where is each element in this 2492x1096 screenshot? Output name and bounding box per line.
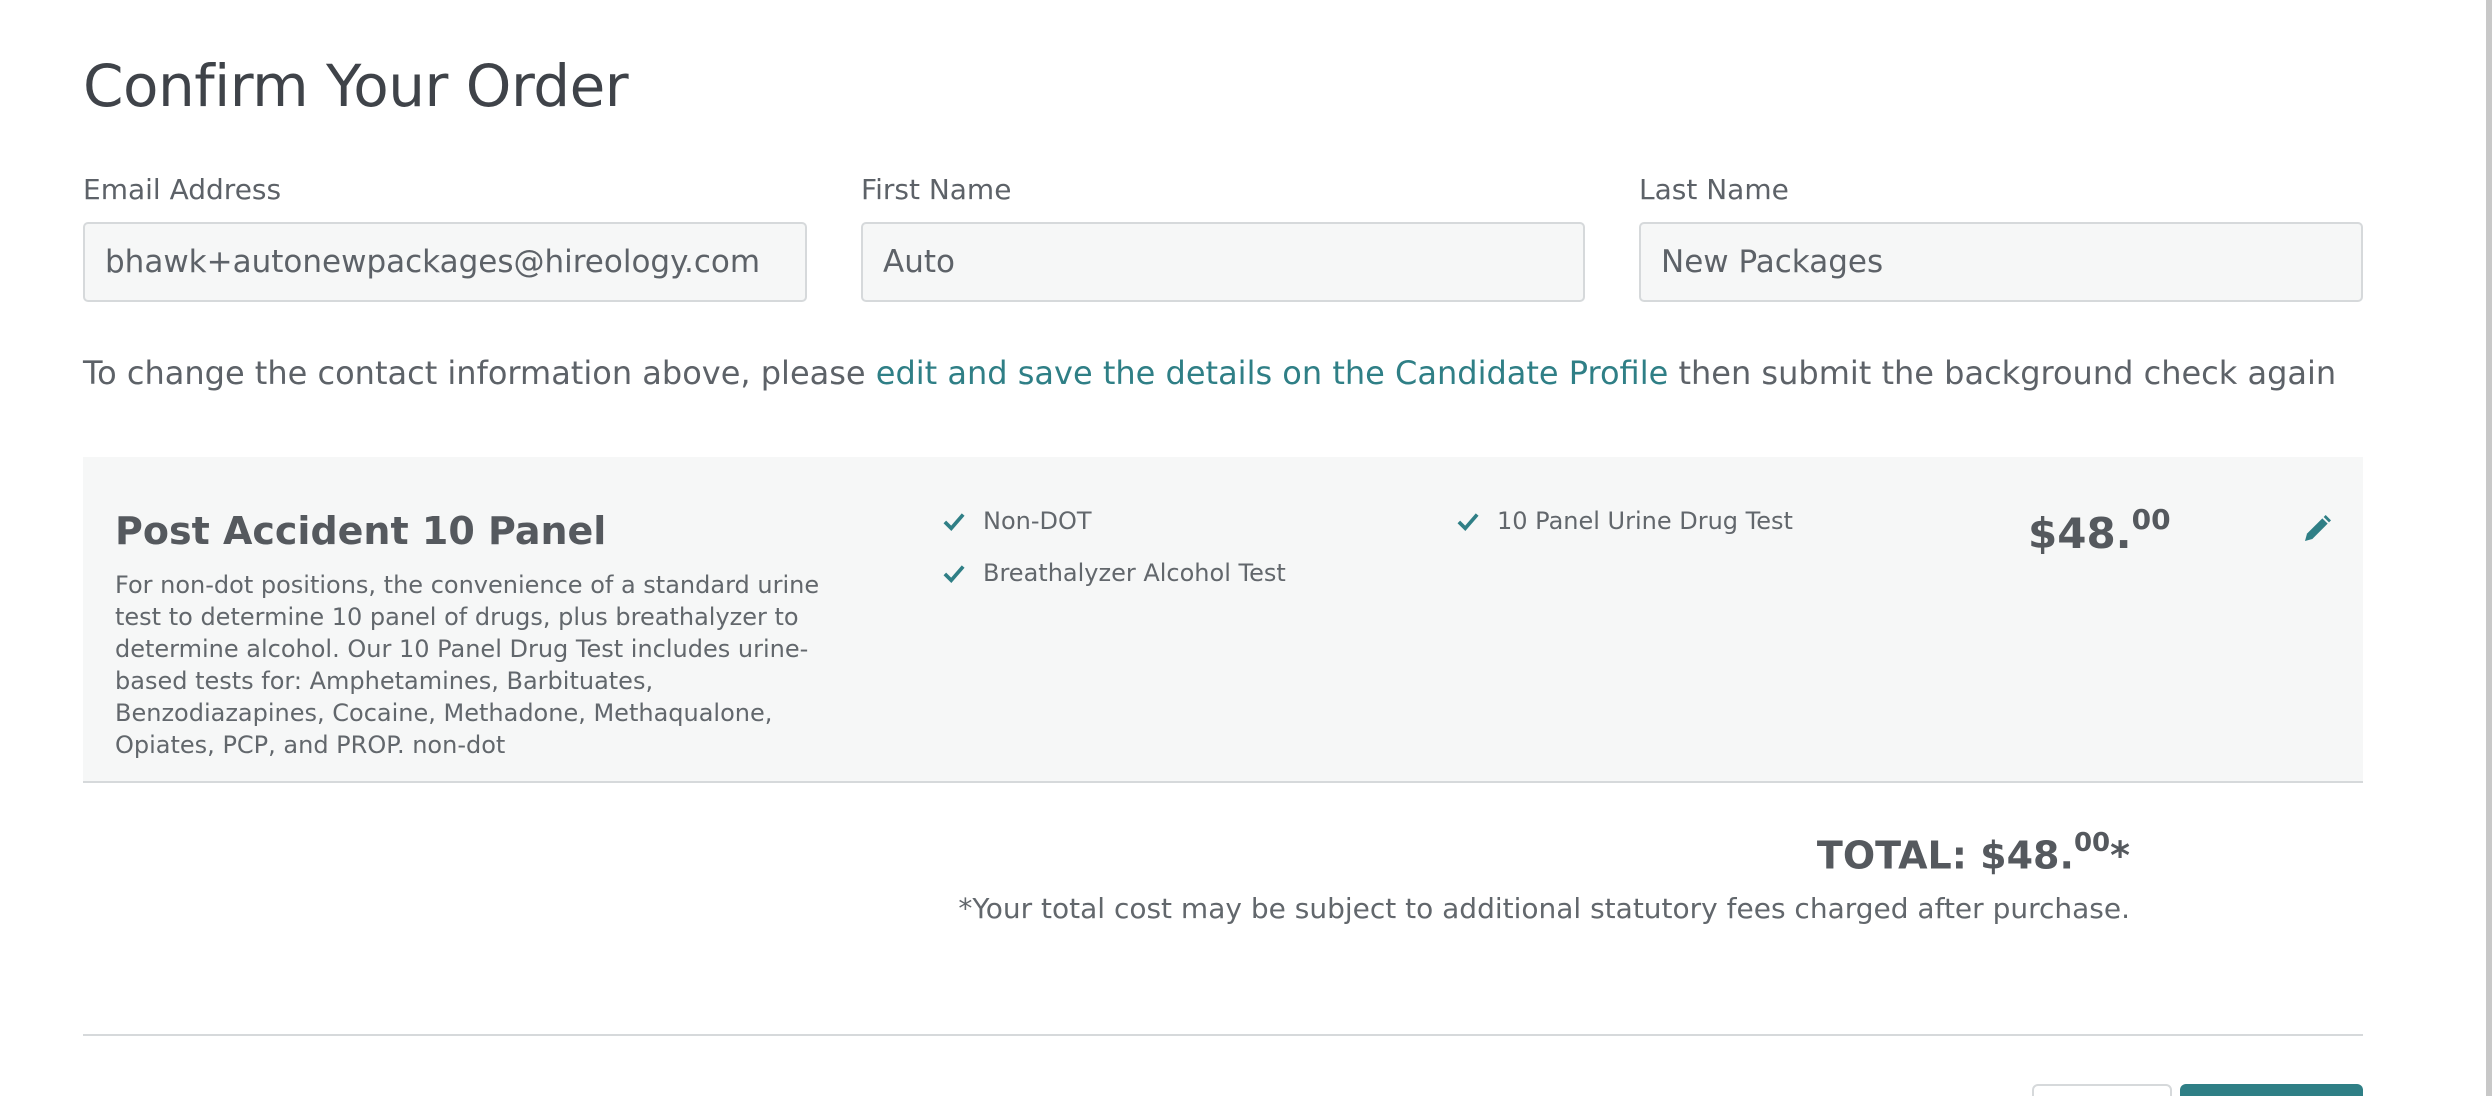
first-name-field-group: First Name [861,170,1585,302]
note-text-after: then submit the background check again [1668,354,2337,392]
total-label: TOTAL: $48. [1816,833,2074,878]
note-text-before: To change the contact information above,… [83,354,876,392]
confirm-order-page: Confirm Your Order Email Address First N… [0,0,2492,1096]
last-name-field-group: Last Name [1639,170,2363,302]
contact-change-note: To change the contact information above,… [83,354,2336,392]
feature-item: Non-DOT [943,507,1092,535]
check-icon [943,513,965,532]
price-cents: 00 [2131,503,2171,536]
last-name-label: Last Name [1639,173,1789,206]
total-cents: 00 [2073,828,2111,858]
pencil-icon[interactable] [2301,513,2333,545]
page-title: Confirm Your Order [83,52,629,120]
first-name-field[interactable] [861,222,1585,302]
email-field-group: Email Address [83,170,807,302]
candidate-profile-link[interactable]: edit and save the details on the Candida… [876,354,1669,392]
package-price: $48.00 [2028,503,2171,558]
order-total: TOTAL: $48.00* [1816,828,2130,878]
last-name-field[interactable] [1639,222,2363,302]
price-whole: $48. [2028,509,2132,558]
feature-item: 10 Panel Urine Drug Test [1457,507,1793,535]
package-description: For non-dot positions, the convenience o… [115,571,820,759]
footer-divider [83,1034,2363,1036]
feature-label: 10 Panel Urine Drug Test [1497,507,1793,535]
feature-label: Non-DOT [983,507,1092,535]
package-card: Post Accident 10 Panel For non-dot posit… [83,457,2363,783]
cancel-button[interactable] [2032,1084,2172,1096]
submit-order-button[interactable] [2180,1084,2363,1096]
email-field[interactable] [83,222,807,302]
email-label: Email Address [83,173,282,206]
feature-label: Breathalyzer Alcohol Test [983,559,1286,587]
feature-item: Breathalyzer Alcohol Test [943,559,1286,587]
total-asterisk: * [2110,833,2130,878]
check-icon [943,565,965,584]
check-icon [1457,513,1479,532]
first-name-label: First Name [861,173,1012,206]
fees-disclaimer: *Your total cost may be subject to addit… [958,892,2130,925]
package-name: Post Accident 10 Panel [115,509,607,553]
page-scrollbar[interactable] [2486,0,2492,1096]
